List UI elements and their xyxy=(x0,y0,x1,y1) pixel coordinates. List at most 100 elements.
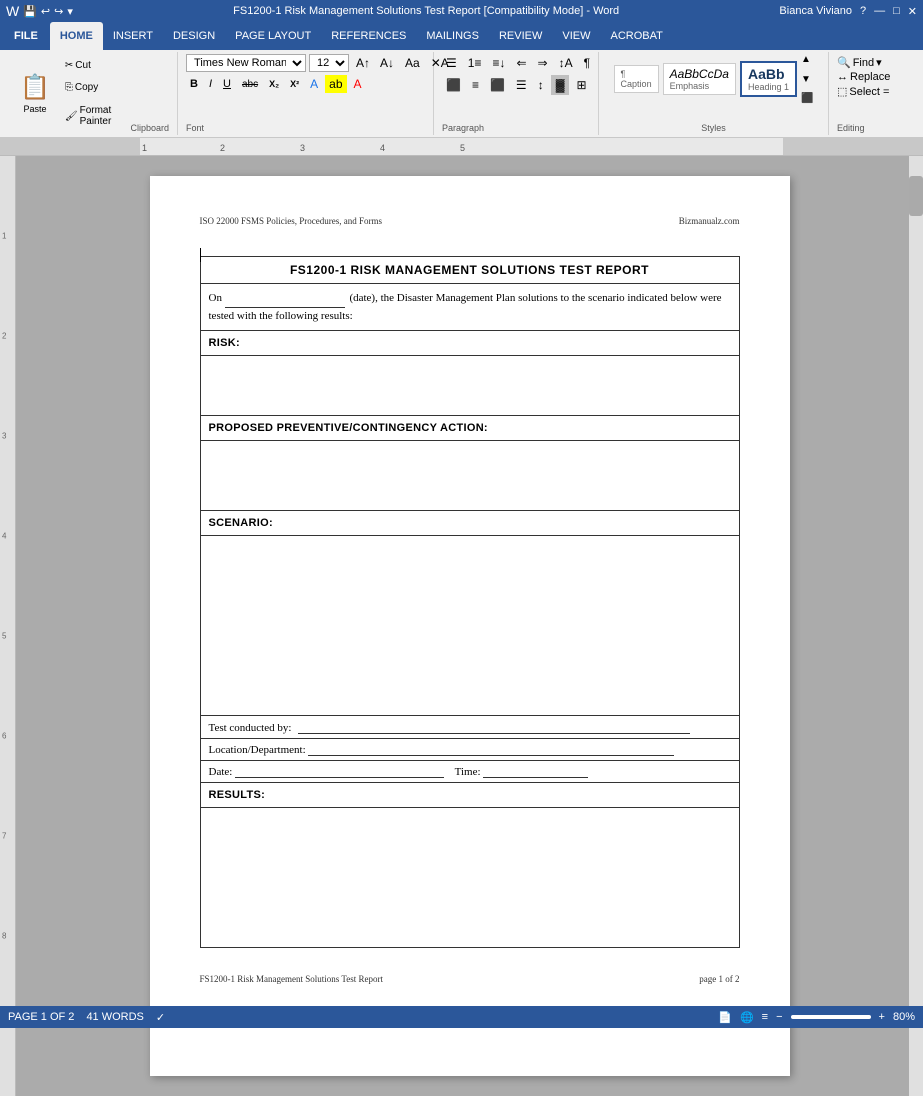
ruler-right-margin xyxy=(783,138,923,155)
proposed-action-content-cell[interactable] xyxy=(200,441,739,511)
styles-down[interactable]: ▼ xyxy=(801,74,813,85)
style-caption[interactable]: ¶ Caption xyxy=(614,65,659,93)
italic-button[interactable]: I xyxy=(205,77,216,91)
change-case-button[interactable]: Aa xyxy=(401,54,424,72)
show-marks-button[interactable]: ¶ xyxy=(580,54,594,72)
grow-shrink: A↑ A↓ xyxy=(352,54,398,72)
cursor-line[interactable] xyxy=(200,246,740,248)
styles-up[interactable]: ▲ xyxy=(801,54,813,65)
text-effects-button[interactable]: A xyxy=(306,75,322,93)
scenario-content-cell[interactable] xyxy=(200,536,739,716)
search-icon: 🔍 xyxy=(837,56,851,69)
help-button[interactable]: ? xyxy=(860,5,866,17)
text-cursor xyxy=(200,248,201,262)
status-left: PAGE 1 OF 2 41 WORDS ✓ xyxy=(8,1011,165,1024)
shading-button[interactable]: ▓ xyxy=(551,75,570,95)
word-icon: W xyxy=(6,3,19,19)
multilevel-list-button[interactable]: ≡↓ xyxy=(488,54,509,72)
line-spacing-button[interactable]: ↕ xyxy=(534,76,548,94)
view-outline-icon[interactable]: ≡ xyxy=(762,1011,768,1023)
title-row: FS1200-1 RISK MANAGEMENT SOLUTIONS TEST … xyxy=(200,257,739,284)
align-center-button[interactable]: ≡ xyxy=(468,76,483,94)
tab-mailings[interactable]: MAILINGS xyxy=(416,22,489,50)
strikethrough-button[interactable]: abc xyxy=(238,78,262,91)
underline-button[interactable]: U xyxy=(219,77,235,91)
superscript-button[interactable]: X² xyxy=(286,78,303,90)
view-print-icon[interactable]: 📄 xyxy=(718,1011,732,1024)
minimize-button[interactable]: — xyxy=(874,5,885,17)
proposed-action-content-row xyxy=(200,441,739,511)
risk-header-cell: RISK: xyxy=(200,331,739,356)
maximize-button[interactable]: □ xyxy=(893,5,900,17)
style-emphasis[interactable]: AaBbCcDa Emphasis xyxy=(663,63,736,95)
subscript-button[interactable]: X₂ xyxy=(265,78,283,90)
numbering-button[interactable]: 1≡ xyxy=(464,54,486,72)
font-color-button[interactable]: A xyxy=(350,75,366,93)
borders-button[interactable]: ⊞ xyxy=(572,76,590,94)
time-label: Time: xyxy=(455,766,481,778)
test-conducted-label: Test conducted by: xyxy=(209,722,292,734)
quick-access-save[interactable]: 💾 xyxy=(23,5,37,18)
quick-access-redo[interactable]: ↪ xyxy=(54,5,63,18)
font-size-select[interactable]: 12 xyxy=(309,54,349,72)
highlight-button[interactable]: ab xyxy=(325,75,346,93)
shrink-font-button[interactable]: A↓ xyxy=(376,54,398,72)
decrease-indent-button[interactable]: ⇐ xyxy=(512,54,530,72)
tab-insert[interactable]: INSERT xyxy=(103,22,163,50)
align-left-button[interactable]: ⬛ xyxy=(442,76,465,94)
para-row1: ☰ 1≡ ≡↓ ⇐ ⇒ ↕A ¶ xyxy=(442,54,594,72)
sort-button[interactable]: ↕A xyxy=(555,54,577,72)
align-right-button[interactable]: ⬛ xyxy=(486,76,509,94)
cut-button[interactable]: ✂ Cut xyxy=(62,59,131,72)
replace-button[interactable]: ↔ Replace xyxy=(837,71,890,83)
date-time-row: Date: Time: xyxy=(200,761,739,783)
find-dropdown-icon[interactable]: ▾ xyxy=(876,56,882,69)
proofing-icon[interactable]: ✓ xyxy=(156,1011,165,1024)
vertical-scrollbar[interactable] xyxy=(909,156,923,1096)
page-header: ISO 22000 FSMS Policies, Procedures, and… xyxy=(200,216,740,226)
clipboard-label: Clipboard xyxy=(130,121,169,133)
zoom-slider[interactable] xyxy=(791,1015,871,1019)
word-count: 41 WORDS xyxy=(86,1011,143,1023)
zoom-out-button[interactable]: − xyxy=(776,1011,782,1023)
paste-label: Paste xyxy=(23,104,46,114)
title-bar: W 💾 ↩ ↪ ▾ FS1200-1 Risk Management Solut… xyxy=(0,0,923,22)
tab-home[interactable]: HOME xyxy=(50,22,103,50)
risk-content-cell[interactable] xyxy=(200,356,739,416)
zoom-in-button[interactable]: + xyxy=(879,1011,885,1023)
font-group: Times New Roman 12 A↑ A↓ Aa ✕A B I U abc… xyxy=(178,52,434,135)
scrollbar-thumb[interactable] xyxy=(909,176,923,216)
tab-design[interactable]: DESIGN xyxy=(163,22,225,50)
tab-view[interactable]: VIEW xyxy=(552,22,600,50)
proposed-action-label: PROPOSED PREVENTIVE/CONTINGENCY ACTION: xyxy=(209,422,488,434)
results-content-cell[interactable] xyxy=(200,808,739,948)
vertical-ruler: 1 2 3 4 5 6 7 8 xyxy=(0,156,16,1096)
close-button[interactable]: ✕ xyxy=(908,5,917,18)
tab-review[interactable]: REVIEW xyxy=(489,22,552,50)
tab-references[interactable]: REFERENCES xyxy=(321,22,416,50)
justify-button[interactable]: ☰ xyxy=(512,76,531,94)
tab-acrobat[interactable]: ACROBAT xyxy=(600,22,672,50)
view-web-icon[interactable]: 🌐 xyxy=(740,1011,754,1024)
font-name-select[interactable]: Times New Roman xyxy=(186,54,306,72)
paste-button[interactable]: 📋 Paste xyxy=(12,54,58,133)
report-table: FS1200-1 RISK MANAGEMENT SOLUTIONS TEST … xyxy=(200,256,740,948)
bullets-button[interactable]: ☰ xyxy=(442,54,461,72)
select-button[interactable]: ⬚ Select = xyxy=(837,85,889,98)
grow-font-button[interactable]: A↑ xyxy=(352,54,374,72)
find-button[interactable]: 🔍 Find ▾ xyxy=(837,56,882,69)
results-label: RESULTS: xyxy=(209,789,266,801)
styles-expand[interactable]: ⬛ xyxy=(801,93,813,104)
bold-button[interactable]: B xyxy=(186,77,202,91)
style-heading1[interactable]: AaBb Heading 1 xyxy=(740,61,797,97)
format-painter-button[interactable]: 🖌 Format Painter xyxy=(62,104,131,128)
tab-page-layout[interactable]: PAGE LAYOUT xyxy=(225,22,321,50)
para-row2: ⬛ ≡ ⬛ ☰ ↕ ▓ ⊞ xyxy=(442,75,591,95)
title-bar-left: W 💾 ↩ ↪ ▾ xyxy=(6,3,73,19)
styles-label: Styles xyxy=(701,121,726,133)
increase-indent-button[interactable]: ⇒ xyxy=(534,54,552,72)
tab-file[interactable]: FILE xyxy=(2,22,50,50)
quick-access-undo[interactable]: ↩ xyxy=(41,5,50,18)
date-label: Date: xyxy=(209,766,233,778)
copy-button[interactable]: ⎘ Copy xyxy=(62,81,131,94)
